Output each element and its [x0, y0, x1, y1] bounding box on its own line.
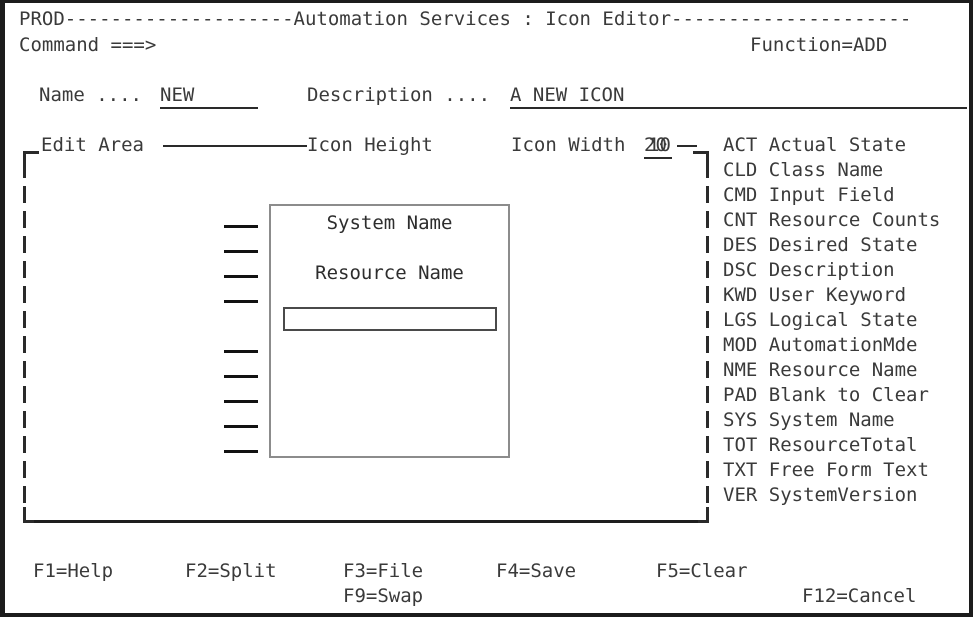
- terminal-screen: PROD--------------------Automation Servi…: [0, 0, 973, 617]
- legend-code: VER: [723, 484, 758, 506]
- legend-row[interactable]: TXT Free Form Text: [723, 458, 940, 483]
- description-field-label: Description ....: [307, 84, 491, 106]
- page-title: Automation Services : Icon Editor: [293, 8, 672, 30]
- legend-description: Resource Counts: [757, 209, 941, 231]
- frame-border-bottom: [34, 520, 698, 523]
- legend-row[interactable]: LGS Logical State: [723, 308, 940, 333]
- legend-code: TOT: [723, 434, 758, 456]
- legend-description: Resource Name: [757, 359, 918, 381]
- title-dashes-left: --------------------: [64, 8, 294, 30]
- legend-description: Input Field: [757, 184, 895, 206]
- screen-title-row: PROD--------------------Automation Servi…: [19, 7, 911, 32]
- field-code-legend: ACT Actual State CLD Class Name CMD Input …: [723, 133, 940, 508]
- fkey-f1-help[interactable]: F1=Help: [33, 559, 113, 584]
- legend-description: Desired State: [757, 234, 918, 256]
- description-input[interactable]: A NEW ICON: [510, 83, 624, 108]
- fkey-f12-cancel[interactable]: F12=Cancel: [802, 584, 916, 609]
- name-input[interactable]: NEW: [160, 83, 194, 108]
- legend-description: Description: [757, 259, 895, 281]
- icon-preview-canvas[interactable]: System Name Resource Name: [269, 204, 510, 458]
- preview-system-name-text[interactable]: System Name: [271, 211, 508, 236]
- description-input-underline: [510, 107, 967, 109]
- legend-row[interactable]: DES Desired State: [723, 233, 940, 258]
- legend-code: MOD: [723, 334, 758, 356]
- legend-code: CLD: [723, 159, 758, 181]
- edit-row-marker[interactable]: [224, 250, 258, 253]
- legend-row[interactable]: CMD Input Field: [723, 183, 940, 208]
- legend-row[interactable]: CLD Class Name: [723, 158, 940, 183]
- edit-row-marker[interactable]: [224, 225, 258, 228]
- legend-description: AutomationMde: [757, 334, 918, 356]
- edit-row-marker[interactable]: [224, 350, 258, 353]
- legend-description: User Keyword: [757, 284, 907, 306]
- legend-description: Free Form Text: [757, 459, 929, 481]
- legend-code: CMD: [723, 184, 758, 206]
- fkey-f4-save[interactable]: F4=Save: [496, 559, 576, 584]
- legend-code: SYS: [723, 409, 758, 431]
- fkey-f9-swap[interactable]: F9=Swap: [343, 584, 423, 609]
- command-prompt-label[interactable]: Command ===>: [19, 33, 156, 58]
- legend-description: ResourceTotal: [757, 434, 918, 456]
- legend-description: Actual State: [757, 134, 907, 156]
- edit-row-marker[interactable]: [224, 375, 258, 378]
- fkey-f2-split[interactable]: F2=Split: [185, 559, 277, 584]
- legend-code: KWD: [723, 284, 758, 306]
- fkey-f5-clear[interactable]: F5=Clear: [656, 559, 748, 584]
- frame-border-right: [706, 161, 709, 513]
- edit-area-rule-left: [163, 145, 307, 147]
- edit-row-marker[interactable]: [224, 450, 258, 453]
- legend-description: Blank to Clear: [757, 384, 929, 406]
- legend-row[interactable]: ACT Actual State: [723, 133, 940, 158]
- system-id: PROD: [19, 8, 65, 30]
- name-input-underline: [160, 107, 258, 109]
- edit-row-marker[interactable]: [224, 400, 258, 403]
- legend-row[interactable]: PAD Blank to Clear: [723, 383, 940, 408]
- legend-row[interactable]: CNT Resource Counts: [723, 208, 940, 233]
- edit-row-marker[interactable]: [224, 300, 258, 303]
- frame-border-left: [23, 161, 26, 513]
- title-dashes-right: ---------------------: [671, 8, 912, 30]
- edit-row-marker[interactable]: [224, 275, 258, 278]
- legend-description: System Name: [757, 409, 895, 431]
- legend-code: CNT: [723, 209, 758, 231]
- legend-description: Logical State: [757, 309, 918, 331]
- preview-resource-name-text[interactable]: Resource Name: [271, 261, 508, 286]
- legend-row[interactable]: TOT ResourceTotal: [723, 433, 940, 458]
- legend-row[interactable]: NME Resource Name: [723, 358, 940, 383]
- legend-code: DES: [723, 234, 758, 256]
- legend-code: DSC: [723, 259, 758, 281]
- legend-row[interactable]: MOD AutomationMde: [723, 333, 940, 358]
- legend-row[interactable]: KWD User Keyword: [723, 283, 940, 308]
- legend-code: ACT: [723, 134, 758, 156]
- fkey-f3-file[interactable]: F3=File: [343, 559, 423, 584]
- legend-row[interactable]: SYS System Name: [723, 408, 940, 433]
- legend-description: Class Name: [757, 159, 884, 181]
- function-mode-indicator: Function=ADD: [750, 34, 888, 56]
- preview-command-input-field[interactable]: [283, 307, 497, 331]
- legend-code: TXT: [723, 459, 758, 481]
- legend-row[interactable]: VER SystemVersion: [723, 483, 940, 508]
- legend-code: NME: [723, 359, 758, 381]
- legend-row[interactable]: DSC Description: [723, 258, 940, 283]
- legend-code: PAD: [723, 384, 758, 406]
- edit-row-marker[interactable]: [224, 425, 258, 428]
- edit-area-rule-right: [677, 145, 697, 147]
- legend-code: LGS: [723, 309, 758, 331]
- legend-description: SystemVersion: [757, 484, 918, 506]
- name-field-label: Name ....: [39, 84, 142, 106]
